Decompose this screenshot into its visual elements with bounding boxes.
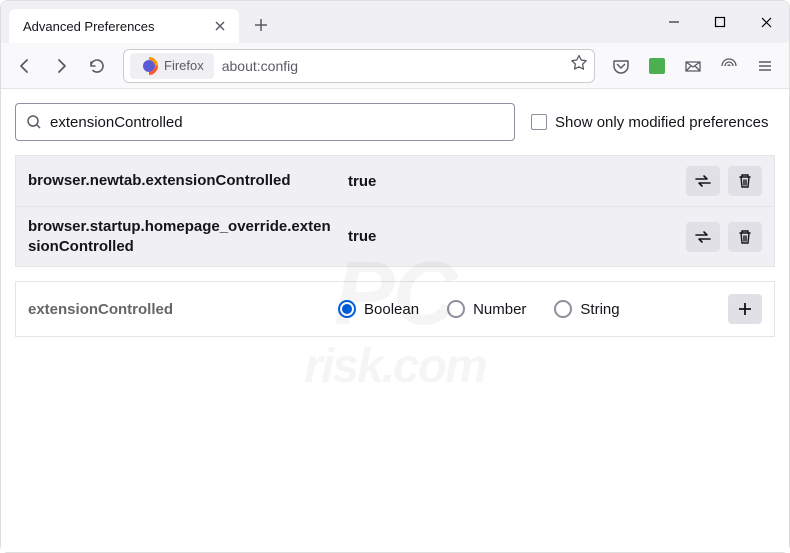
search-icon	[26, 114, 42, 130]
tab-title: Advanced Preferences	[23, 19, 211, 34]
reload-button[interactable]	[81, 50, 113, 82]
new-pref-row: extensionControlled Boolean Number Strin…	[15, 281, 775, 337]
minimize-button[interactable]	[651, 1, 697, 43]
radio-label: Number	[473, 301, 526, 318]
titlebar: Advanced Preferences	[1, 1, 789, 43]
firefox-icon	[140, 57, 158, 75]
forward-button[interactable]	[45, 50, 77, 82]
search-box[interactable]	[15, 103, 515, 141]
pref-row[interactable]: browser.newtab.extensionControlled true	[16, 156, 774, 207]
radio-icon	[338, 300, 356, 318]
checkbox-icon	[531, 114, 547, 130]
identity-box[interactable]: Firefox	[130, 53, 214, 79]
pref-value: true	[348, 173, 686, 190]
toggle-button[interactable]	[686, 222, 720, 252]
delete-button[interactable]	[728, 166, 762, 196]
maximize-button[interactable]	[697, 1, 743, 43]
new-pref-name: extensionControlled	[28, 301, 338, 318]
extension-icon[interactable]	[641, 50, 673, 82]
tab-active[interactable]: Advanced Preferences	[9, 9, 239, 43]
radio-boolean[interactable]: Boolean	[338, 300, 419, 318]
close-button[interactable]	[743, 1, 789, 43]
mail-icon[interactable]	[677, 50, 709, 82]
pref-name: browser.startup.homepage_override.extens…	[28, 217, 348, 256]
show-modified-checkbox[interactable]: Show only modified preferences	[531, 114, 768, 131]
shield-icon[interactable]	[713, 50, 745, 82]
identity-label: Firefox	[164, 58, 204, 73]
window-controls	[651, 1, 789, 43]
pocket-button[interactable]	[605, 50, 637, 82]
prefs-table: browser.newtab.extensionControlled true …	[15, 155, 775, 267]
new-tab-button[interactable]	[247, 11, 275, 39]
url-text: about:config	[222, 58, 298, 74]
show-modified-label: Show only modified preferences	[555, 114, 768, 131]
page-content: PCrisk.com Show only modified preference…	[1, 89, 789, 552]
radio-string[interactable]: String	[554, 300, 619, 318]
pref-row[interactable]: browser.startup.homepage_override.extens…	[16, 207, 774, 266]
bookmark-star-icon[interactable]	[570, 54, 588, 77]
toggle-button[interactable]	[686, 166, 720, 196]
radio-icon	[447, 300, 465, 318]
search-input[interactable]	[50, 114, 504, 131]
radio-label: String	[580, 301, 619, 318]
pref-name: browser.newtab.extensionControlled	[28, 171, 348, 191]
delete-button[interactable]	[728, 222, 762, 252]
menu-button[interactable]	[749, 50, 781, 82]
url-bar[interactable]: Firefox about:config	[123, 49, 595, 83]
radio-number[interactable]: Number	[447, 300, 526, 318]
radio-icon	[554, 300, 572, 318]
browser-window: Advanced Preferences	[0, 0, 790, 553]
close-icon[interactable]	[211, 17, 229, 35]
radio-label: Boolean	[364, 301, 419, 318]
add-button[interactable]	[728, 294, 762, 324]
toolbar: Firefox about:config	[1, 43, 789, 89]
type-radio-group: Boolean Number String	[338, 300, 728, 318]
back-button[interactable]	[9, 50, 41, 82]
pref-value: true	[348, 228, 686, 245]
